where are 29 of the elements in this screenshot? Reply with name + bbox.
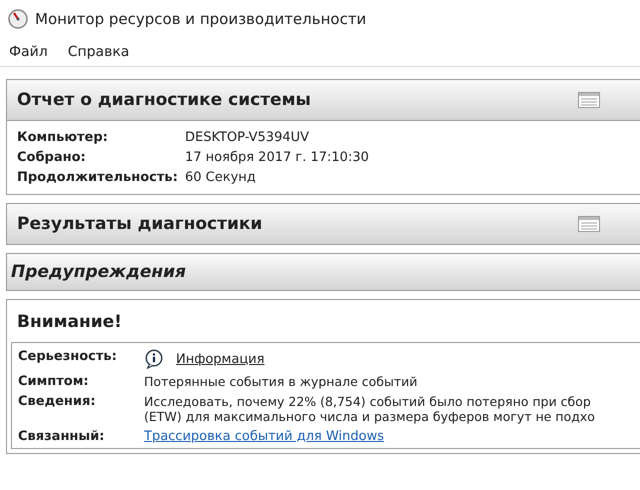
row-text: Исследовать, почему 22% (8,754) событий было потеряно при сбор — [144, 394, 592, 409]
gauge-icon — [8, 9, 28, 29]
section-header[interactable]: Отчет о диагностике системы — [7, 80, 640, 120]
menu-item[interactable]: Справка — [68, 44, 130, 60]
row-label: Связанный: — [18, 429, 106, 444]
section-header[interactable]: Предупреждения — [7, 254, 640, 290]
section-title: Результаты диагностики — [17, 214, 262, 234]
window-title: Монитор ресурсов и производительности — [35, 10, 366, 28]
field-label: Собрано: — [17, 150, 87, 165]
related-link[interactable]: Трассировка событий для Windows — [144, 429, 640, 444]
section-header[interactable]: Результаты диагностики — [7, 204, 640, 244]
table-icon[interactable] — [578, 216, 600, 232]
row-text: Потерянные события в журнале событий — [144, 374, 418, 389]
menu-item[interactable]: Файл — [9, 44, 48, 60]
field-label: Компьютер: — [17, 130, 109, 145]
field-value: 17 ноября 2017 г. 17:10:30 — [185, 150, 370, 165]
info-icon — [144, 349, 164, 369]
row-text: (ETW) для максимального числа и размера буферов могут не подхо — [144, 409, 596, 424]
field-label: Продолжительность: — [17, 170, 179, 185]
alert-title: Внимание! — [16, 311, 123, 334]
table-icon[interactable] — [578, 92, 600, 108]
section-title: Предупреждения — [11, 262, 186, 282]
row-label: Серьезность: — [18, 349, 118, 366]
section-title: Отчет о диагностике системы — [17, 90, 311, 110]
row-label: Симптом: — [18, 374, 90, 389]
severity-link[interactable]: Информация — [176, 352, 264, 366]
row-label: Сведения: — [18, 394, 97, 411]
field-value: DESKTOP-V5394UV — [185, 130, 310, 145]
field-value: 60 Секунд — [185, 170, 257, 185]
